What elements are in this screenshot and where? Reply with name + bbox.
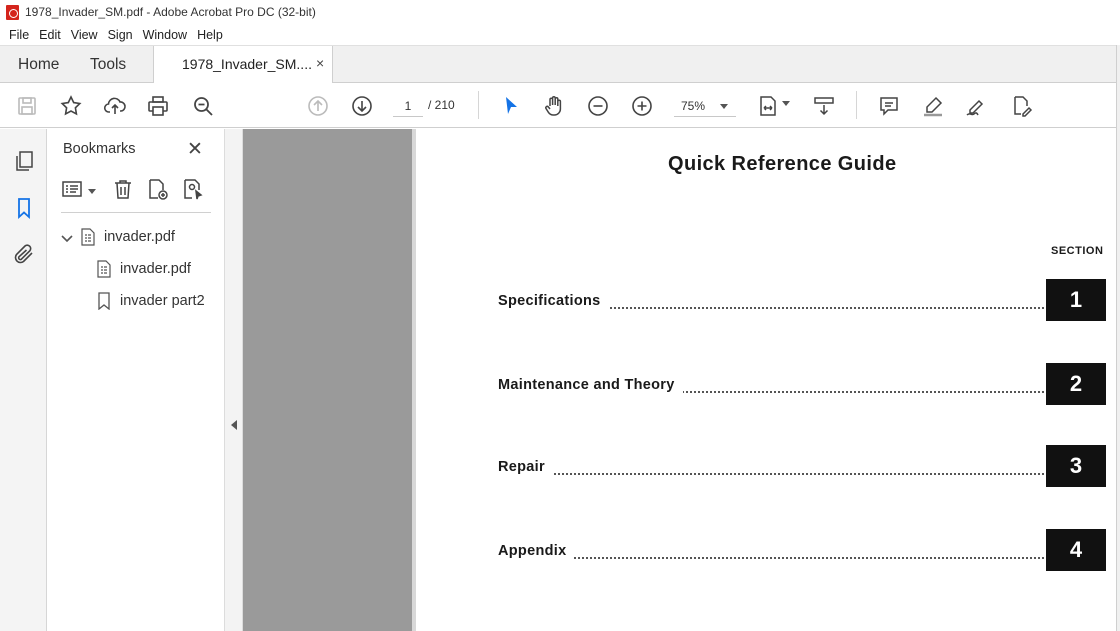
cloud-upload-icon[interactable] bbox=[102, 93, 128, 119]
window-right-border bbox=[1116, 45, 1120, 631]
section-header: SECTION bbox=[1051, 245, 1104, 257]
window-title: 1978_Invader_SM.pdf - Adobe Acrobat Pro … bbox=[25, 5, 316, 19]
toolbar-divider bbox=[856, 91, 857, 119]
comment-icon[interactable] bbox=[876, 93, 902, 119]
bookmark-search-icon[interactable] bbox=[180, 177, 204, 203]
section-number-box: 4 bbox=[1046, 529, 1106, 571]
trash-delete-icon[interactable] bbox=[111, 177, 135, 203]
scroll-mode-icon[interactable] bbox=[811, 93, 837, 119]
tab-close-icon[interactable]: × bbox=[316, 55, 324, 71]
bookmark-icon[interactable] bbox=[12, 196, 36, 220]
menu-window[interactable]: Window bbox=[138, 28, 192, 42]
close-icon[interactable]: ✕ bbox=[187, 138, 203, 161]
pdf-page: Quick Reference Guide SECTION Specificat… bbox=[416, 129, 1116, 629]
bookmark-doc-icon bbox=[97, 260, 111, 278]
toc-row-specifications: Specifications 1 bbox=[498, 279, 1108, 323]
menu-help[interactable]: Help bbox=[192, 28, 228, 42]
document-background bbox=[243, 129, 414, 631]
toc-label: Maintenance and Theory bbox=[498, 377, 683, 393]
options-list-icon[interactable] bbox=[61, 177, 85, 203]
toc-row-appendix: Appendix 4 bbox=[498, 529, 1108, 573]
bookmark-item-invader-pdf[interactable]: invader.pdf bbox=[96, 260, 191, 278]
chevron-down-icon[interactable] bbox=[782, 101, 790, 106]
bookmarks-title: Bookmarks bbox=[63, 141, 136, 157]
tab-document[interactable]: 1978_Invader_SM.... × bbox=[153, 46, 333, 84]
page-total: / 210 bbox=[428, 98, 455, 112]
hand-tool-icon[interactable] bbox=[541, 93, 567, 119]
collapse-left-arrow-icon[interactable] bbox=[231, 420, 237, 430]
prev-page-icon[interactable] bbox=[305, 93, 331, 119]
sign-pen-icon[interactable] bbox=[963, 93, 989, 119]
bookmarks-panel: Bookmarks ✕ invader.pdf invader.pdf inva… bbox=[47, 129, 224, 631]
bookmark-item-invader-part2[interactable]: invader part2 bbox=[96, 292, 205, 310]
tab-bar: Home Tools 1978_Invader_SM.... × bbox=[0, 45, 1120, 84]
zoom-out-icon[interactable] bbox=[585, 93, 611, 119]
menu-file[interactable]: File bbox=[4, 28, 34, 42]
chevron-down-icon[interactable] bbox=[60, 232, 74, 246]
print-icon[interactable] bbox=[145, 93, 171, 119]
menu-view[interactable]: View bbox=[66, 28, 103, 42]
menu-sign[interactable]: Sign bbox=[103, 28, 138, 42]
tab-document-label: 1978_Invader_SM.... bbox=[182, 56, 312, 72]
tab-home[interactable]: Home bbox=[18, 56, 59, 74]
chevron-down-icon[interactable] bbox=[88, 189, 96, 194]
toc-leader-dots bbox=[498, 557, 1044, 559]
zoom-in-icon[interactable] bbox=[629, 93, 655, 119]
toc-row-repair: Repair 3 bbox=[498, 445, 1108, 489]
menu-bar: File Edit View Sign Window Help bbox=[0, 24, 1120, 45]
bookmark-item-invader-pdf-root[interactable]: invader.pdf bbox=[80, 228, 175, 246]
tab-tools[interactable]: Tools bbox=[90, 56, 126, 74]
toolbar: 1 / 210 75% bbox=[0, 83, 1120, 128]
navigation-rail bbox=[0, 129, 47, 631]
bookmarks-toolbar bbox=[61, 177, 211, 213]
title-bar: 1978_Invader_SM.pdf - Adobe Acrobat Pro … bbox=[0, 0, 1120, 24]
highlight-pen-icon[interactable] bbox=[920, 93, 946, 119]
toolbar-divider bbox=[478, 91, 479, 119]
panel-collapse-strip[interactable] bbox=[224, 129, 243, 631]
section-number-box: 3 bbox=[1046, 445, 1106, 487]
chevron-down-icon[interactable] bbox=[720, 104, 728, 109]
toc-label: Repair bbox=[498, 459, 553, 475]
bookmark-ribbon-icon bbox=[98, 292, 110, 310]
star-icon[interactable] bbox=[58, 93, 84, 119]
fit-page-icon[interactable] bbox=[755, 93, 781, 119]
bookmark-label: invader part2 bbox=[120, 293, 205, 309]
bookmark-label: invader.pdf bbox=[120, 261, 191, 277]
save-icon[interactable] bbox=[14, 93, 40, 119]
acrobat-pdf-icon bbox=[6, 4, 19, 20]
bookmark-label: invader.pdf bbox=[104, 229, 175, 245]
section-number-box: 1 bbox=[1046, 279, 1106, 321]
section-number-box: 2 bbox=[1046, 363, 1106, 405]
attachment-paperclip-icon[interactable] bbox=[12, 242, 36, 266]
next-page-icon[interactable] bbox=[349, 93, 375, 119]
menu-edit[interactable]: Edit bbox=[34, 28, 66, 42]
toc-leader-dots bbox=[498, 473, 1044, 475]
bookmark-doc-icon bbox=[81, 228, 95, 246]
page-thumbnails-icon[interactable] bbox=[12, 149, 36, 173]
toc-row-maintenance: Maintenance and Theory 2 bbox=[498, 363, 1108, 407]
edit-pdf-icon[interactable] bbox=[1008, 93, 1034, 119]
page-title: Quick Reference Guide bbox=[668, 153, 897, 175]
toc-label: Appendix bbox=[498, 543, 575, 559]
select-cursor-icon[interactable] bbox=[498, 93, 524, 119]
toc-label: Specifications bbox=[498, 293, 609, 309]
zoom-search-icon[interactable] bbox=[190, 93, 216, 119]
page-number-input[interactable]: 1 bbox=[393, 95, 423, 117]
new-bookmark-icon[interactable] bbox=[145, 177, 169, 203]
